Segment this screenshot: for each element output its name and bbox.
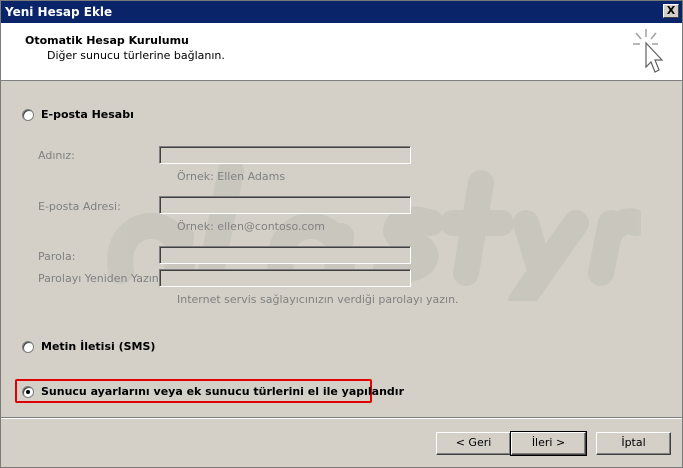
retype-password-label: Parolayı Yeniden Yazın:	[38, 272, 163, 285]
back-button[interactable]: < Geri	[436, 432, 511, 455]
radio-sms-label: Metin İletisi (SMS)	[41, 340, 156, 353]
name-input[interactable]	[159, 146, 411, 164]
radio-email-account[interactable]: E-posta Hesabı	[22, 108, 134, 121]
header-title: Otomatik Hesap Kurulumu	[25, 34, 189, 47]
password-hint: Internet servis sağlayıcınızın verdiği p…	[177, 293, 459, 306]
radio-sms[interactable]: Metin İletisi (SMS)	[22, 340, 155, 353]
email-hint: Örnek: ellen@contoso.com	[177, 220, 325, 233]
footer-separator	[1, 417, 682, 419]
cursor-sparkle-icon	[633, 29, 664, 73]
radio-sms-circle[interactable]	[22, 340, 34, 353]
name-hint: Örnek: Ellen Adams	[177, 170, 286, 183]
header-subtitle: Diğer sunucu türlerine bağlanın.	[47, 49, 225, 62]
email-label: E-posta Adresi:	[38, 200, 121, 213]
window-title: Yeni Hesap Ekle	[5, 5, 113, 19]
radio-manual-setup[interactable]: Sunucu ayarlarını veya ek sunucu türleri…	[22, 385, 404, 398]
password-label: Parola:	[38, 250, 76, 263]
cancel-button[interactable]: İptal	[596, 432, 671, 455]
email-input[interactable]	[159, 196, 411, 214]
radio-manual-circle[interactable]	[22, 385, 34, 398]
retype-password-input[interactable]	[159, 269, 411, 287]
password-input[interactable]	[159, 246, 411, 264]
close-button[interactable]: X	[663, 4, 679, 18]
radio-email-label: E-posta Hesabı	[41, 108, 134, 121]
radio-email-circle[interactable]	[22, 108, 34, 121]
radio-manual-label: Sunucu ayarlarını veya ek sunucu türleri…	[41, 385, 404, 398]
next-button[interactable]: İleri >	[510, 431, 587, 456]
name-label: Adınız:	[38, 149, 75, 162]
dialog-window: Yeni Hesap Ekle X Otomatik Hesap Kurulum…	[0, 0, 683, 468]
title-bar[interactable]: Yeni Hesap Ekle X	[1, 1, 682, 23]
wizard-header: Otomatik Hesap Kurulumu Diğer sunucu tür…	[1, 23, 682, 81]
